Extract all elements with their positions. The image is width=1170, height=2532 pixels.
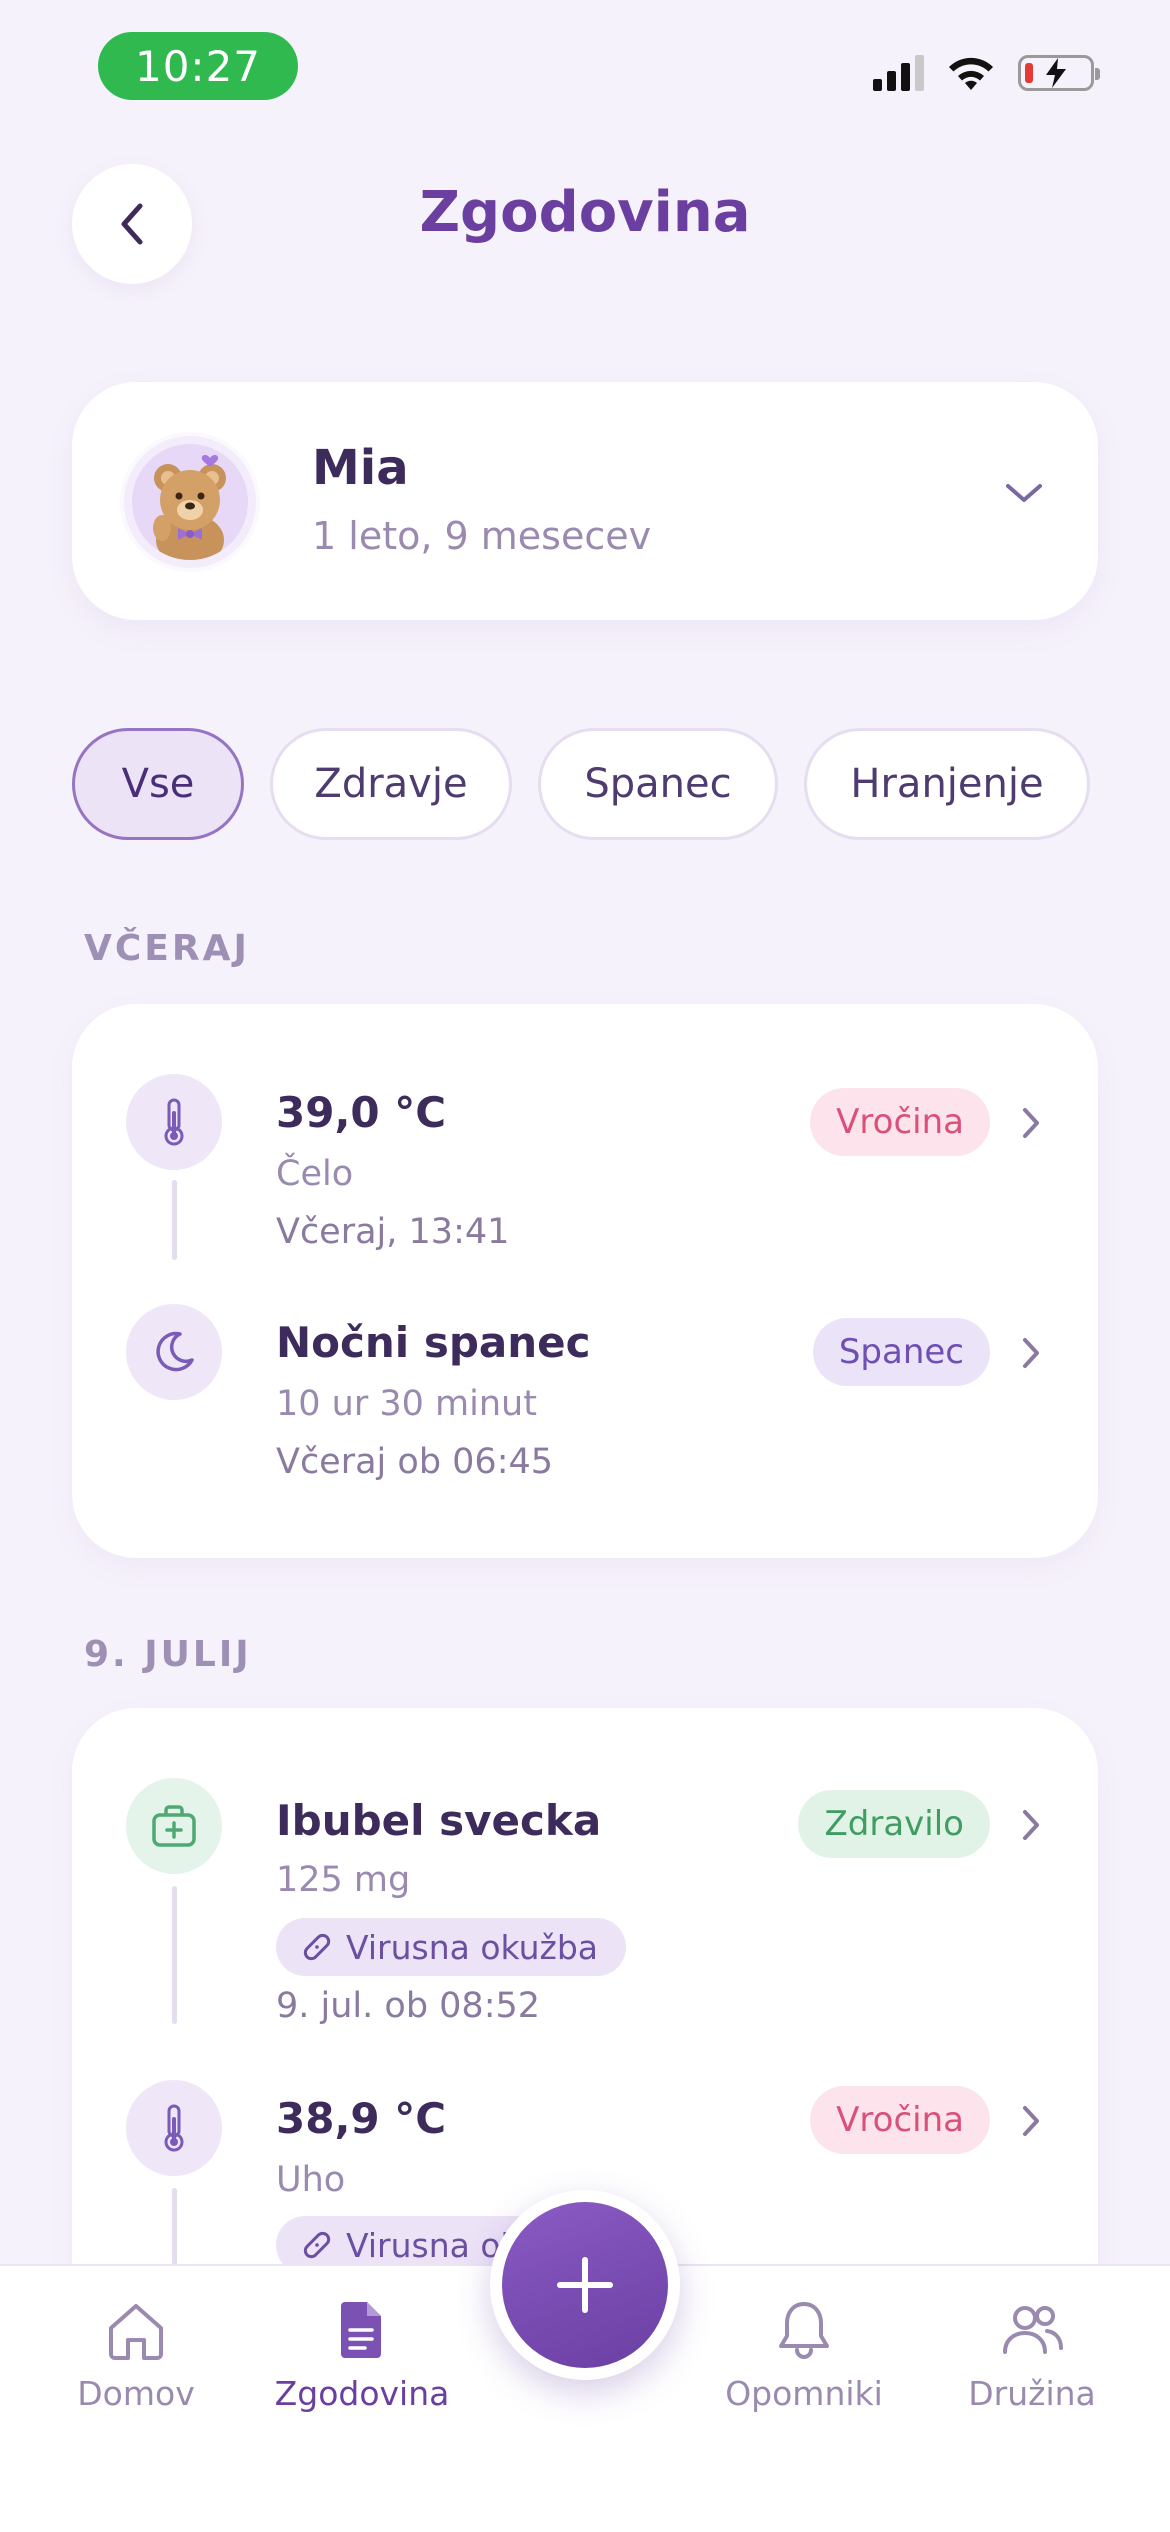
filter-chip-all[interactable]: Vse [72,728,244,840]
wifi-icon [949,57,993,90]
document-icon [341,2302,381,2358]
chevron-right-icon [1023,1338,1039,1368]
add-entry-button[interactable] [490,2190,680,2380]
status-time: 10:27 [98,32,298,100]
people-icon [1003,2306,1063,2354]
nav-label: Opomniki [725,2374,883,2413]
battery-charging-icon [1018,55,1100,91]
child-age: 1 leto, 9 mesecev [312,514,652,558]
diagnosis-tag-label: Virusna okužba [346,1927,599,1967]
diagnosis-tag: Virusna okužba [276,1918,627,1976]
nav-item-history[interactable]: Zgodovina [252,2298,472,2413]
chevron-right-icon [1023,1108,1039,1138]
section-label-july-9: 9. JULIJ [84,1634,252,1675]
chevron-right-icon [1023,1810,1039,1840]
add-entry-button-face [502,2202,668,2368]
bandage-icon [303,1933,331,1961]
entry-subtitle: Uho [276,2160,346,2200]
chevron-right-icon [1023,2106,1039,2136]
filter-chip-feeding[interactable]: Hranjenje [804,728,1090,840]
history-entry-sleep[interactable]: Nočni spanec 10 ur 30 minut Včeraj ob 06… [72,1284,1098,1558]
nav-label: Zgodovina [274,2374,450,2413]
page-title: Zgodovina [419,180,751,245]
chevron-down-icon [1006,484,1042,502]
home-icon [109,2304,163,2360]
status-icons [873,54,1100,92]
category-badge: Vročina [810,1088,990,1156]
cellular-signal-icon [873,55,924,91]
history-entry-temperature[interactable]: 39,0 °C Čelo Včeraj, 13:41 Vročina [72,1004,1098,1284]
medicine-kit-icon [126,1778,222,1874]
entry-title: Ibubel svecka [276,1796,602,1845]
bell-icon [779,2302,829,2359]
nav-item-home[interactable]: Domov [26,2298,246,2413]
entry-subtitle: Čelo [276,1154,354,1194]
history-card-yesterday: 39,0 °C Čelo Včeraj, 13:41 Vročina Nočni… [72,1004,1098,1558]
entry-title: 39,0 °C [276,1088,447,1137]
category-badge: Zdravilo [798,1790,990,1858]
entry-time: 9. jul. ob 08:52 [276,1986,541,2026]
nav-item-family[interactable]: Družina [922,2298,1142,2413]
child-name: Mia [312,440,409,496]
category-badge: Spanec [812,1318,990,1386]
entry-title: Nočni spanec [276,1318,591,1367]
entry-time: Včeraj ob 06:45 [276,1442,554,1482]
child-selector[interactable]: Mia 1 leto, 9 mesecev [72,382,1098,620]
moon-icon [126,1304,222,1400]
teddy-bear-avatar [132,444,248,560]
history-entry-medicine[interactable]: Ibubel svecka 125 mg Virusna okužba 9. j… [72,1708,1098,2080]
nav-label: Domov [77,2374,195,2413]
entry-time: Včeraj, 13:41 [276,1212,510,1252]
avatar [120,432,260,572]
filter-chip-health[interactable]: Zdravje [270,728,512,840]
thermometer-icon [126,1074,222,1170]
entry-subtitle: 10 ur 30 minut [276,1384,537,1424]
history-screen: 10:27 Zgodovina Mia 1 leto, 9 mesecev Vs… [0,0,1170,2532]
filter-chips: Vse Zdravje Spanec Hranjenje [72,728,1090,840]
plus-icon [557,2257,613,2313]
section-label-yesterday: VČERAJ [84,928,250,969]
entry-subtitle: 125 mg [276,1860,411,1900]
category-badge: Vročina [810,2086,990,2154]
nav-label: Družina [968,2374,1096,2413]
thermometer-icon [126,2080,222,2176]
entry-title: 38,9 °C [276,2094,447,2143]
bandage-icon [303,2231,331,2259]
filter-chip-sleep[interactable]: Spanec [538,728,778,840]
nav-item-reminders[interactable]: Opomniki [694,2298,914,2413]
